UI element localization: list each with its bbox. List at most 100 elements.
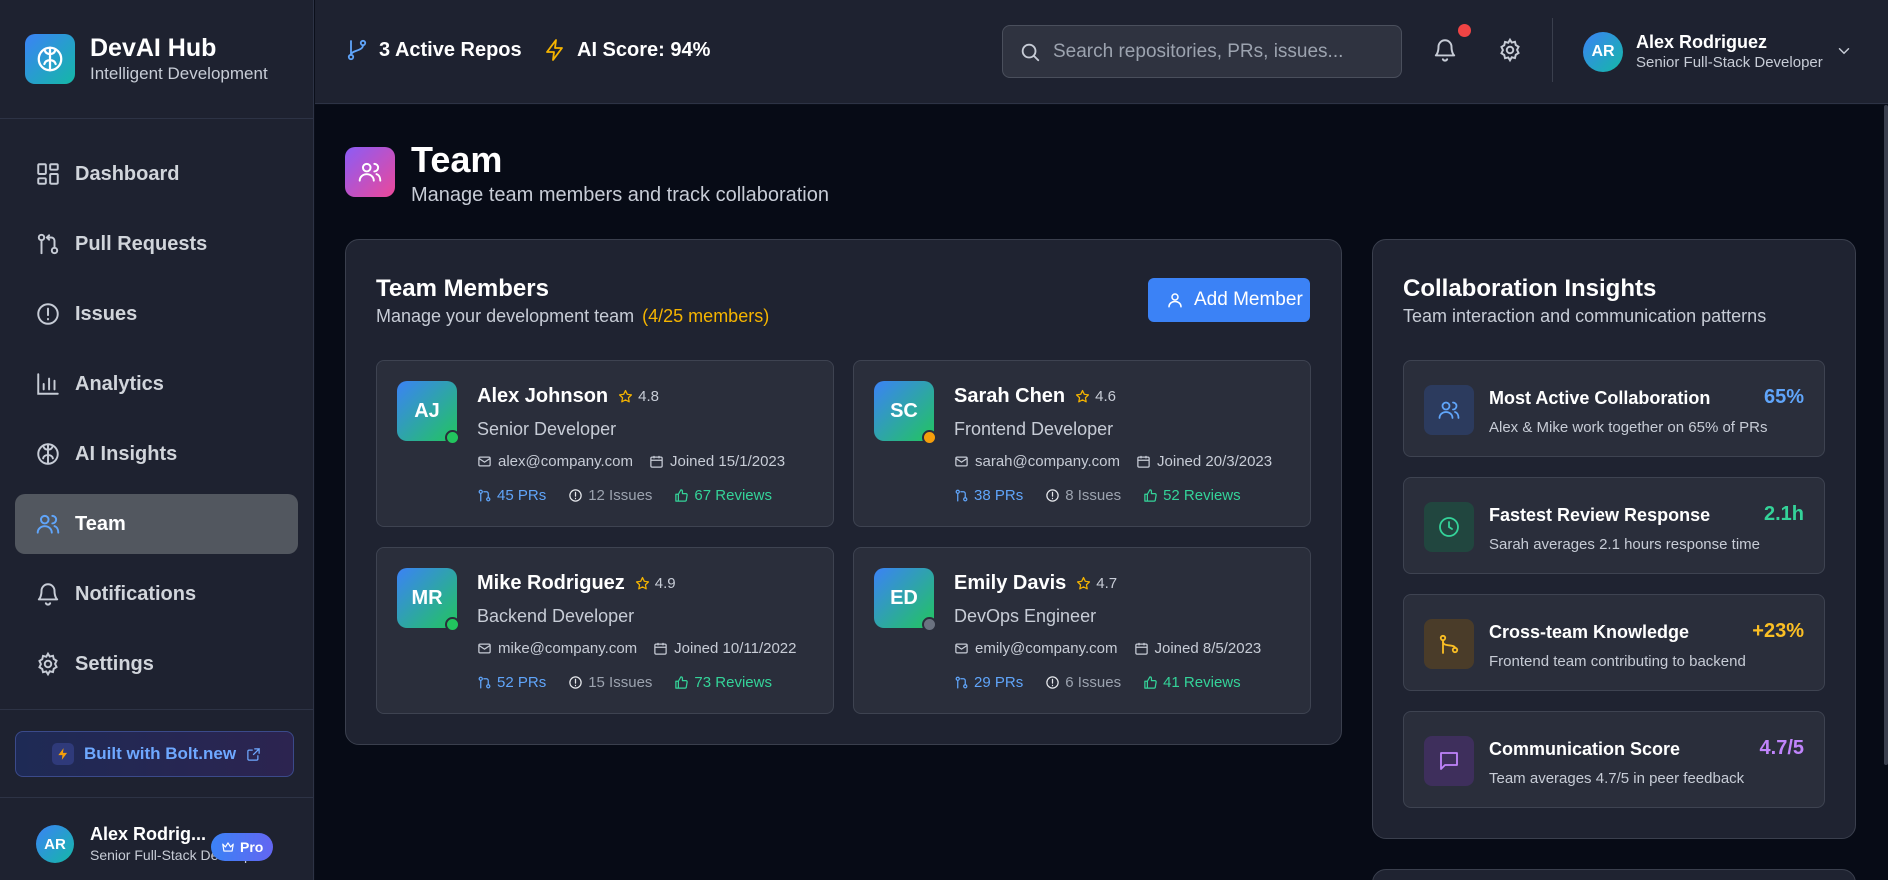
sidebar-nav: Dashboard Pull Requests Issues Analytics… (0, 119, 313, 694)
lightning-icon (543, 38, 577, 62)
star-icon (1076, 576, 1091, 591)
bell-icon (35, 581, 61, 607)
calendar-icon (649, 454, 670, 469)
insight-description: Alex & Mike work together on 65% of PRs (1489, 419, 1768, 436)
mail-icon (477, 454, 498, 469)
topbar-divider (1552, 18, 1553, 82)
bolt-icon (52, 743, 74, 765)
page-subtitle: Manage team members and track collaborat… (411, 184, 829, 206)
bolt-label: Built with Bolt.new (84, 744, 237, 763)
alert-circle-icon (1045, 675, 1065, 690)
member-reviews: 52 Reviews (1163, 487, 1241, 504)
calendar-icon (1136, 454, 1157, 469)
member-card[interactable]: ED Emily Davis 4.7 DevOps Engineer emily… (853, 547, 1311, 714)
sidebar-item-ai-insights[interactable]: AI Insights (15, 424, 298, 484)
member-issues: 8 Issues (1065, 487, 1122, 504)
brand: DevAI Hub Intelligent Development (0, 0, 313, 119)
status-dot (922, 617, 937, 632)
member-email: emily@company.com (975, 640, 1118, 657)
settings-button[interactable] (1492, 32, 1528, 68)
next-panel-edge (1372, 869, 1856, 880)
sidebar-item-issues[interactable]: Issues (15, 284, 298, 344)
page-header: Team Manage team members and track colla… (345, 140, 829, 210)
member-email: sarah@company.com (975, 453, 1121, 470)
sidebar-item-label: Settings (75, 652, 154, 675)
team-members-title: Team Members (376, 275, 549, 302)
sidebar-item-dashboard[interactable]: Dashboard (15, 144, 298, 204)
member-prs: 29 PRs (974, 674, 1024, 691)
mail-icon (954, 641, 975, 656)
git-pull-request-icon (954, 675, 974, 690)
sidebar-item-settings[interactable]: Settings (15, 634, 298, 694)
add-member-button[interactable]: Add Member (1148, 278, 1310, 322)
star-icon (618, 389, 633, 404)
clock-icon (1424, 502, 1474, 552)
insight-value: 65% (1763, 386, 1804, 408)
topbar: 3 Active Repos AI Score: 94% AR Alex Rod… (315, 0, 1888, 104)
alert-circle-icon (35, 301, 61, 327)
insight-description: Frontend team contributing to backend (1489, 653, 1746, 670)
sidebar-item-label: Dashboard (75, 162, 180, 185)
external-link-icon (246, 747, 261, 762)
notifications-button[interactable] (1427, 32, 1463, 68)
member-role: DevOps Engineer (954, 606, 1097, 626)
users-icon (345, 147, 395, 197)
star-icon (635, 576, 650, 591)
insight-title: Fastest Review Response (1489, 505, 1711, 525)
brand-title: DevAI Hub (90, 34, 217, 62)
sidebar-item-label: Pull Requests (75, 232, 208, 255)
insight-value: +23% (1752, 620, 1804, 642)
member-issues: 6 Issues (1065, 674, 1122, 691)
member-joined: Joined 8/5/2023 (1154, 640, 1262, 657)
git-pull-request-icon (954, 488, 974, 503)
gear-icon (35, 651, 61, 677)
git-branch-icon (1424, 619, 1474, 669)
sidebar-item-analytics[interactable]: Analytics (15, 354, 298, 414)
member-card[interactable]: MR Mike Rodriguez 4.9 Backend Developer … (376, 547, 834, 714)
pro-badge: Pro (211, 833, 274, 861)
member-rating: 4.6 (1095, 388, 1117, 405)
built-with-bolt-link[interactable]: Built with Bolt.new (15, 731, 294, 777)
team-members-subtitle: Manage your development team (4/25 member… (376, 304, 769, 328)
insight-value: 4.7/5 (1759, 737, 1804, 759)
sidebar-item-team[interactable]: Team (15, 494, 298, 554)
scrollbar[interactable] (1884, 105, 1888, 765)
insights-subtitle: Team interaction and communication patte… (1403, 306, 1767, 326)
active-repos-stat: 3 Active Repos (345, 38, 522, 62)
member-email: alex@company.com (498, 453, 633, 470)
member-card[interactable]: AJ Alex Johnson 4.8 Senior Developer ale… (376, 360, 834, 527)
member-role: Senior Developer (477, 419, 617, 439)
thumbs-up-icon (1143, 488, 1163, 503)
member-count: (4/25 members) (642, 306, 770, 326)
alert-circle-icon (568, 488, 588, 503)
member-reviews: 67 Reviews (694, 487, 772, 504)
ai-score-label: AI Score: 94% (577, 38, 711, 61)
mail-icon (954, 454, 975, 469)
mail-icon (477, 641, 498, 656)
member-issues: 15 Issues (588, 674, 653, 691)
message-square-icon (1424, 736, 1474, 786)
insight-card: Fastest Review Response Sarah averages 2… (1403, 477, 1825, 574)
member-joined: Joined 15/1/2023 (670, 453, 786, 470)
sidebar-item-label: Team (75, 512, 126, 535)
user-role: Senior Full-Stack Developer (1636, 54, 1823, 71)
sidebar-item-label: AI Insights (75, 442, 178, 465)
chevron-down-icon[interactable] (1835, 42, 1853, 60)
insight-card: Most Active Collaboration Alex & Mike wo… (1403, 360, 1825, 457)
sidebar-item-notifications[interactable]: Notifications (15, 564, 298, 624)
member-rating: 4.7 (1096, 575, 1118, 592)
member-reviews: 41 Reviews (1163, 674, 1241, 691)
search-input[interactable] (1053, 40, 1383, 63)
sidebar-item-label: Analytics (75, 372, 164, 395)
insight-card: Cross-team Knowledge Frontend team contr… (1403, 594, 1825, 691)
sidebar-item-label: Issues (75, 302, 138, 325)
sidebar-item-pull-requests[interactable]: Pull Requests (15, 214, 298, 274)
search-box[interactable] (1002, 25, 1402, 78)
member-email: mike@company.com (498, 640, 638, 657)
member-issues: 12 Issues (588, 487, 653, 504)
git-pull-request-icon (477, 675, 497, 690)
alert-circle-icon (568, 675, 588, 690)
user-menu[interactable]: AR Alex Rodriguez Senior Full-Stack Deve… (1583, 31, 1823, 73)
insight-title: Most Active Collaboration (1489, 388, 1711, 408)
member-card[interactable]: SC Sarah Chen 4.6 Frontend Developer sar… (853, 360, 1311, 527)
